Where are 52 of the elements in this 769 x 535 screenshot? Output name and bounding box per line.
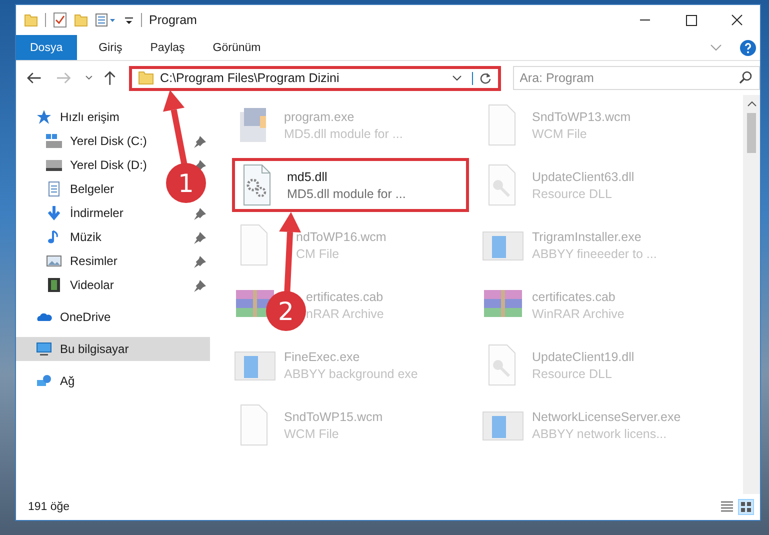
- drive-icon: [46, 157, 62, 173]
- dropdown-caret-icon[interactable]: [452, 75, 462, 81]
- sidebar-item[interactable]: Yerel Disk (C:): [70, 134, 147, 148]
- back-arrow-icon[interactable]: [26, 71, 42, 85]
- pin-icon[interactable]: [194, 232, 206, 244]
- ribbon-tab[interactable]: Paylaş: [136, 35, 199, 60]
- checklist-icon[interactable]: [53, 12, 67, 28]
- pin-icon[interactable]: [194, 136, 206, 148]
- sidebar-item[interactable]: Belgeler: [70, 182, 114, 196]
- document-icon: [46, 181, 62, 197]
- sidebar-item[interactable]: OneDrive: [60, 310, 111, 324]
- ribbon-tab[interactable]: Dosya: [16, 35, 77, 60]
- help-icon[interactable]: [740, 40, 756, 56]
- recent-locations-icon[interactable]: [85, 75, 94, 81]
- pin-icon[interactable]: [194, 256, 206, 268]
- step-number-badge: 2: [266, 291, 306, 331]
- ribbon-tab[interactable]: Giriş: [84, 35, 136, 60]
- step-number-badge: 1: [166, 163, 206, 203]
- scrollbar[interactable]: [743, 95, 760, 494]
- picture-icon: [46, 253, 62, 269]
- file-item[interactable]: md5.dll MD5.dll module for ...: [287, 170, 406, 200]
- sidebar-item[interactable]: Videolar: [70, 278, 114, 292]
- sidebar-item[interactable]: Müzik: [70, 230, 102, 244]
- sidebar-item[interactable]: Resimler: [70, 254, 118, 268]
- large-icons-view-icon[interactable]: [738, 499, 754, 515]
- sidebar-item[interactable]: Ağ: [60, 374, 75, 388]
- details-view-icon[interactable]: [720, 500, 734, 514]
- film-icon: [46, 277, 62, 293]
- search-icon: [739, 71, 752, 84]
- sidebar-item[interactable]: Bu bilgisayar: [60, 342, 129, 356]
- sidebar-item[interactable]: İndirmeler: [70, 206, 124, 220]
- up-arrow-icon[interactable]: [103, 70, 118, 86]
- scrollbar-thumb[interactable]: [747, 113, 756, 153]
- window-title: Program: [149, 13, 197, 27]
- properties-icon[interactable]: [95, 13, 117, 27]
- pin-icon[interactable]: [194, 208, 206, 220]
- address-bar[interactable]: C:\Program Files\Program Dizini: [129, 66, 501, 90]
- expand-ribbon-icon[interactable]: [710, 44, 722, 52]
- network-icon: [36, 373, 52, 389]
- item-count: 191 öğe: [28, 501, 70, 513]
- monitor-icon: [36, 341, 52, 357]
- search-field[interactable]: Ara: Program: [512, 66, 760, 90]
- scroll-up-icon[interactable]: [746, 101, 756, 107]
- sidebar-item[interactable]: Hızlı erişim: [60, 110, 120, 124]
- pin-icon[interactable]: [194, 280, 206, 292]
- star-icon: [36, 109, 52, 125]
- drive-icon: [46, 133, 62, 149]
- ribbon-tab[interactable]: Görünüm: [198, 35, 275, 60]
- sidebar-item[interactable]: Yerel Disk (D:): [70, 158, 147, 172]
- refresh-icon[interactable]: [472, 72, 492, 84]
- down-arrow-icon: [46, 205, 62, 221]
- folder-icon: [138, 71, 154, 85]
